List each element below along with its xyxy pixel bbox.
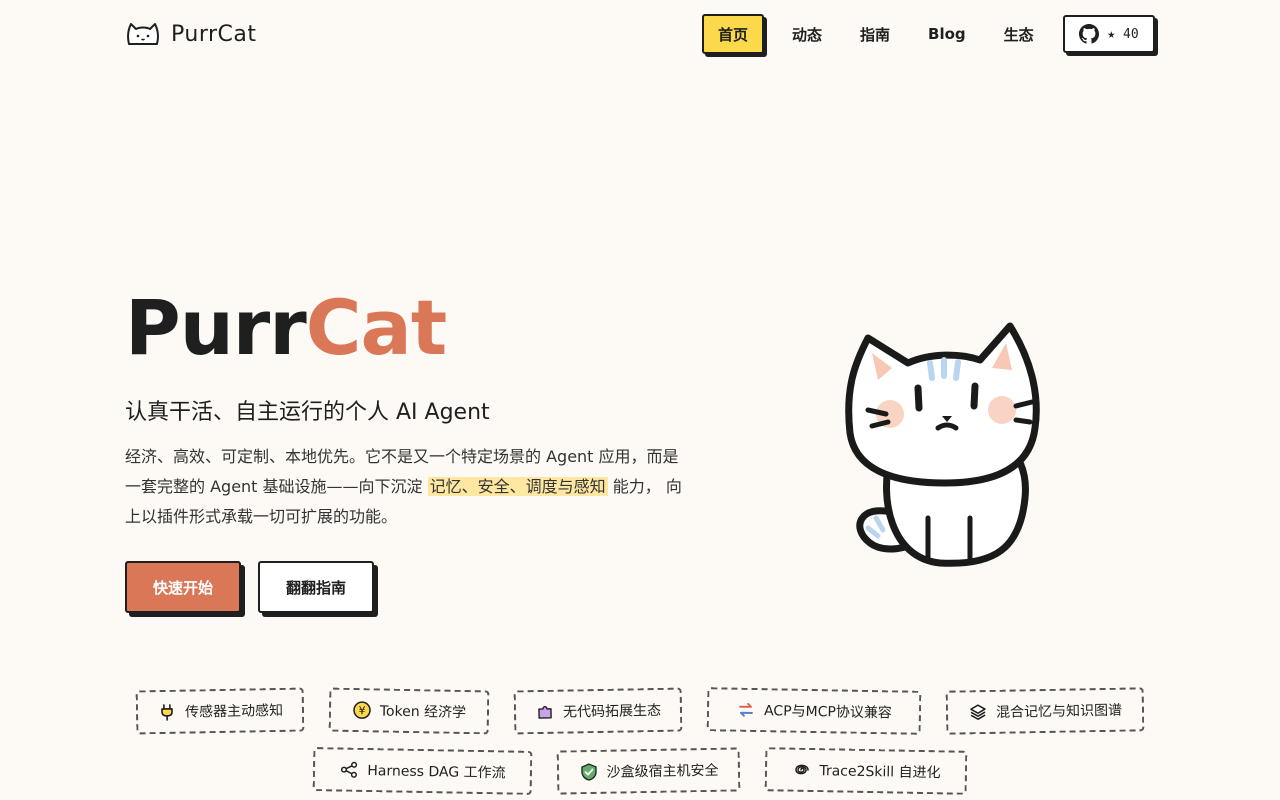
feature-tag-token[interactable]: ¥ Token 经济学 — [328, 687, 490, 735]
brand[interactable]: PurrCat — [125, 20, 257, 48]
github-star-count: ★ 40 — [1107, 26, 1139, 42]
workflow-icon — [339, 760, 359, 780]
hero-subtitle: 认真干活、自主运行的个人 AI Agent — [125, 400, 490, 425]
quick-start-button[interactable]: 快速开始 — [125, 561, 241, 613]
feature-label: ACP与MCP协议兼容 — [763, 703, 893, 722]
cat-mascot-illustration — [845, 322, 1040, 567]
feature-label: 传感器主动感知 — [184, 702, 284, 721]
plug-icon — [157, 702, 177, 722]
svg-text:¥: ¥ — [358, 704, 365, 717]
feature-tag-memory[interactable]: 混合记忆与知识图谱 — [945, 687, 1145, 735]
yen-coin-icon: ¥ — [352, 700, 372, 720]
layers-icon — [968, 702, 988, 722]
top-navbar: PurrCat 首页 动态 指南 Blog 生态 ★ 40 — [0, 0, 1280, 70]
nav-item-blog[interactable]: Blog — [918, 14, 976, 54]
hero-title: PurrCat — [125, 290, 447, 366]
feature-tag-protocol[interactable]: ACP与MCP协议兼容 — [706, 687, 922, 735]
feature-label: 混合记忆与知识图谱 — [995, 702, 1123, 721]
feature-tag-workflow[interactable]: Harness DAG 工作流 — [312, 747, 533, 795]
spiral-icon — [791, 760, 811, 780]
nav-item-updates[interactable]: 动态 — [782, 14, 832, 54]
feature-tag-sensor[interactable]: 传感器主动感知 — [135, 687, 305, 735]
hero-desc-highlight: 记忆、安全、调度与感知 — [427, 477, 608, 496]
github-icon — [1079, 24, 1100, 44]
github-button[interactable]: ★ 40 — [1063, 15, 1155, 53]
nav-item-ecosystem[interactable]: 生态 — [994, 14, 1044, 54]
puzzle-icon — [535, 702, 555, 722]
nav-item-home[interactable]: 首页 — [702, 14, 765, 54]
read-guide-button[interactable]: 翻翻指南 — [258, 561, 374, 613]
swap-arrows-icon — [736, 700, 756, 720]
feature-label: 沙盒级宿主机安全 — [606, 762, 719, 781]
shield-check-icon — [578, 762, 598, 782]
nav-links: 首页 动态 指南 Blog 生态 — [702, 14, 1062, 54]
feature-tag-nocode[interactable]: 无代码拓展生态 — [513, 687, 683, 735]
cat-logo-icon — [126, 23, 160, 45]
feature-label: Trace2Skill 自进化 — [819, 763, 941, 782]
feature-label: Token 经济学 — [379, 703, 467, 721]
feature-tag-trace2skill[interactable]: Trace2Skill 自进化 — [764, 747, 968, 795]
feature-label: 无代码拓展生态 — [562, 702, 662, 721]
nav-item-guide[interactable]: 指南 — [850, 14, 900, 54]
feature-label: Harness DAG 工作流 — [367, 763, 506, 782]
hero-description: 经济、高效、可定制、本地优先。它不是又一个特定场景的 Agent 应用，而是一套… — [125, 442, 685, 532]
hero-title-part2: Cat — [305, 283, 447, 372]
brand-name: PurrCat — [171, 21, 257, 47]
hero-title-part1: Purr — [125, 283, 307, 372]
feature-tag-sandbox[interactable]: 沙盒级宿主机安全 — [556, 747, 741, 795]
